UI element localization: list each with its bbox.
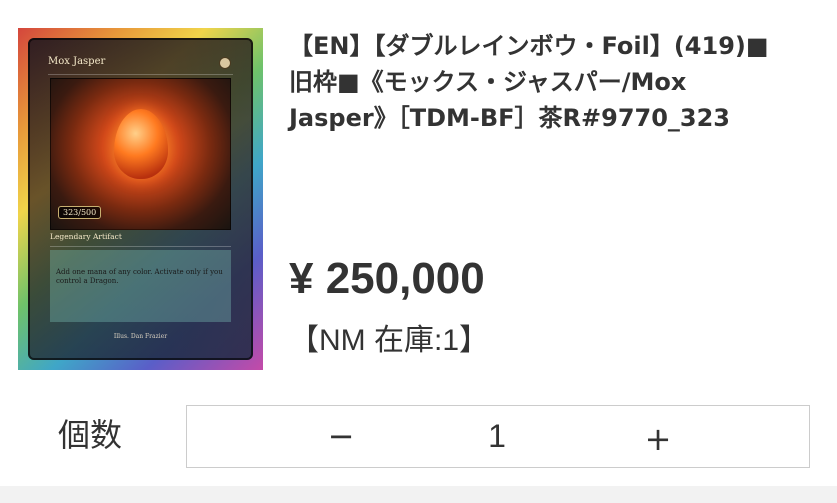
decrease-quantity-button[interactable]: − [301,406,381,467]
increase-quantity-button[interactable]: + [618,409,698,470]
card-rules-text: Add one mana of any color. Activate only… [50,250,231,322]
egg-illustration [113,109,168,179]
card-frame: Mox Jasper 323/500 Legendary Artifact Ad… [28,38,253,360]
product-price: ¥ 250,000 [289,254,485,303]
mana-cost-icon [219,57,231,69]
quantity-input[interactable] [447,406,547,467]
quantity-label: 個数 [58,416,123,454]
card-type-line: Legendary Artifact [50,232,231,247]
product-title: 【EN】【ダブルレインボウ・Foil】(419)■旧枠■《モックス・ジャスパー/… [289,32,769,132]
bottom-bar [0,486,837,503]
quantity-stepper: − + [186,405,810,468]
product-image[interactable]: Mox Jasper 323/500 Legendary Artifact Ad… [18,28,263,370]
card-serial-number: 323/500 [58,206,102,219]
stock-status: 【NM 在庫:1】 [289,324,490,357]
card-illustrator: Illus. Dan Frazier [113,333,168,340]
card-name: Mox Jasper [48,56,233,75]
